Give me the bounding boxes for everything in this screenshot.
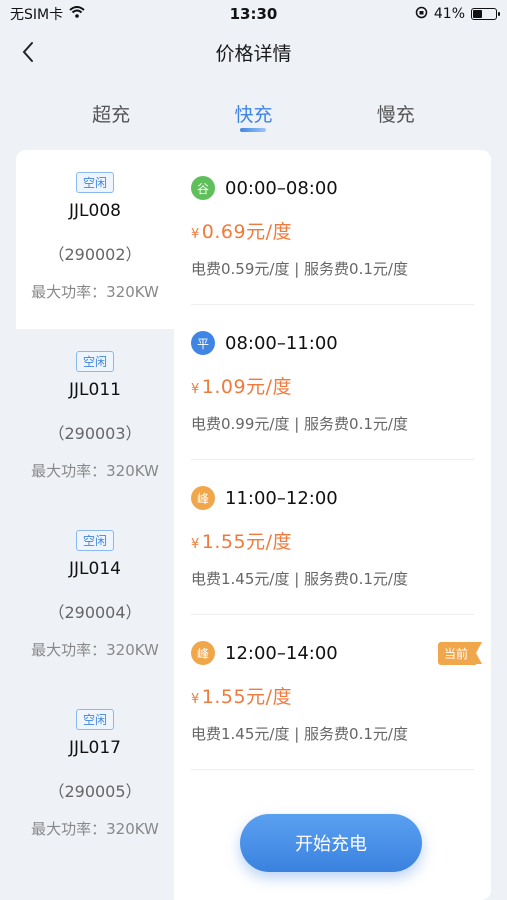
status-bar: 无SIM卡 13:30 41%: [0, 0, 507, 28]
pile-name: JJL011: [69, 380, 121, 400]
peak-tag-icon: 峰: [191, 641, 215, 665]
price-value: 1.55元/度: [201, 531, 292, 553]
period-time: 08:00–11:00: [225, 332, 338, 354]
nav-bar: 价格详情: [0, 28, 507, 76]
price-value: 1.55元/度: [201, 686, 292, 708]
currency-symbol: ¥: [191, 692, 200, 707]
tab-fast-charge[interactable]: 快充: [203, 92, 303, 138]
period-price: ¥1.55元/度: [191, 527, 474, 554]
period-price: ¥0.69元/度: [191, 217, 474, 244]
period-detail: 电费0.59元/度 | 服务费0.1元/度: [191, 260, 408, 278]
currency-symbol: ¥: [191, 227, 200, 242]
price-period: 谷 00:00–08:00 ¥0.69元/度 电费0.59元/度 | 服务费0.…: [191, 150, 474, 305]
tab-super-charge[interactable]: 超充: [61, 92, 161, 138]
pile-name: JJL017: [69, 738, 121, 758]
status-badge: 空闲: [75, 172, 114, 193]
back-button[interactable]: [14, 38, 42, 66]
pile-code: （290002）: [48, 245, 142, 264]
pile-name: JJL008: [69, 201, 121, 221]
currency-symbol: ¥: [191, 537, 200, 552]
price-panel: 谷 00:00–08:00 ¥0.69元/度 电费0.59元/度 | 服务费0.…: [174, 150, 491, 900]
tab-slow-charge[interactable]: 慢充: [346, 92, 446, 138]
currency-symbol: ¥: [191, 382, 200, 397]
period-time: 11:00–12:00: [225, 487, 338, 509]
wifi-icon: [69, 6, 85, 22]
pile-code: （290005）: [48, 782, 142, 801]
flat-tag-icon: 平: [191, 331, 215, 355]
peak-tag-icon: 峰: [191, 486, 215, 510]
pile-item[interactable]: 空闲 JJL008 （290002） 最大功率：320KW: [16, 150, 174, 329]
charge-type-tabs: 超充 快充 慢充: [0, 92, 507, 138]
pile-item[interactable]: 空闲 JJL014 （290004） 最大功率：320KW: [16, 508, 174, 687]
active-tab-indicator: [240, 128, 267, 132]
pile-code: （290003）: [48, 424, 142, 443]
status-left: 无SIM卡: [10, 4, 85, 24]
current-period-badge: 当前: [437, 642, 483, 665]
tab-label: 快充: [234, 104, 273, 126]
period-price: ¥1.55元/度: [191, 682, 474, 709]
period-time: 00:00–08:00: [225, 177, 338, 199]
pile-name: JJL014: [69, 559, 121, 579]
page-title: 价格详情: [215, 42, 292, 65]
pile-item[interactable]: 空闲 JJL011 （290003） 最大功率：320KW: [16, 329, 174, 508]
period-time: 12:00–14:00: [225, 642, 338, 664]
price-period: 峰 12:00–14:00 当前 ¥1.55元/度 电费1.45元/度 | 服务…: [191, 615, 483, 770]
pile-item[interactable]: 空闲 JJL017 （290005） 最大功率：320KW: [16, 687, 174, 866]
period-detail: 电费0.99元/度 | 服务费0.1元/度: [191, 415, 408, 433]
status-badge: 空闲: [75, 351, 114, 372]
battery-icon: [471, 8, 500, 20]
pile-power: 最大功率：320KW: [31, 820, 159, 838]
price-value: 0.69元/度: [201, 221, 292, 243]
price-value: 1.09元/度: [201, 376, 292, 398]
valley-tag-icon: 谷: [191, 176, 215, 200]
price-period: 平 08:00–11:00 ¥1.09元/度 电费0.99元/度 | 服务费0.…: [191, 305, 474, 460]
pile-power: 最大功率：320KW: [31, 462, 159, 480]
tab-label: 超充: [92, 104, 131, 126]
status-badge: 空闲: [75, 709, 114, 730]
period-detail: 电费1.45元/度 | 服务费0.1元/度: [191, 725, 408, 743]
price-content: 空闲 JJL008 （290002） 最大功率：320KW 空闲 JJL011 …: [16, 150, 491, 900]
status-right: 41%: [415, 6, 500, 23]
price-period: 峰 11:00–12:00 ¥1.55元/度 电费1.45元/度 | 服务费0.…: [191, 460, 474, 615]
carrier-label: 无SIM卡: [10, 7, 64, 23]
orientation-lock-icon: [415, 6, 428, 23]
tab-label: 慢充: [376, 104, 415, 126]
start-charging-button[interactable]: 开始充电: [240, 814, 422, 872]
pile-power: 最大功率：320KW: [31, 641, 159, 659]
battery-percent: 41%: [433, 6, 465, 22]
pile-code: （290004）: [48, 603, 142, 622]
period-price: ¥1.09元/度: [191, 372, 474, 399]
status-badge: 空闲: [75, 530, 114, 551]
period-detail: 电费1.45元/度 | 服务费0.1元/度: [191, 570, 408, 588]
pile-list: 空闲 JJL008 （290002） 最大功率：320KW 空闲 JJL011 …: [16, 150, 174, 900]
chevron-left-icon: [22, 42, 33, 62]
pile-power: 最大功率：320KW: [31, 283, 159, 301]
